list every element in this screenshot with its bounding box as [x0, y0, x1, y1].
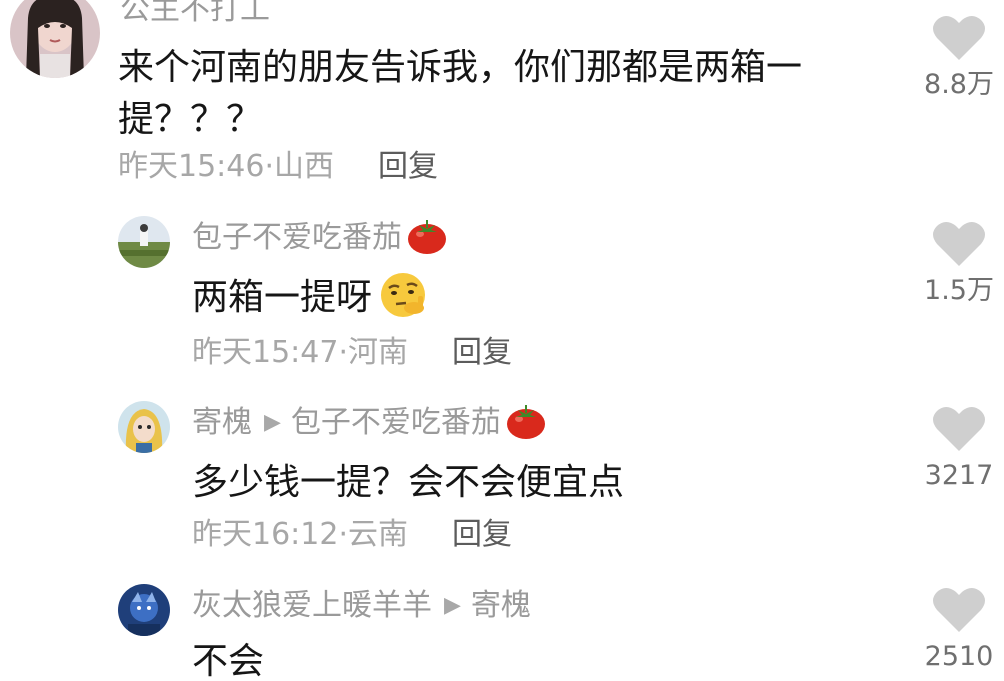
like-count: 8.8万: [924, 69, 994, 100]
comment-meta: 昨天15:47·河南 回复: [192, 333, 512, 373]
comment-location: 河南: [348, 335, 409, 370]
like-control[interactable]: 8.8万: [909, 14, 1004, 102]
comment-thread: 公主不打工 来个河南的朋友告诉我，你们那都是两箱一提？？？ 昨天15:46·山西…: [0, 0, 1004, 681]
reply-item: 寄槐 ▶ 包子不爱吃番茄 多少钱一提？会不会便宜点 昨天16:12·云南 回复 321…: [0, 395, 1004, 575]
avatar[interactable]: [118, 584, 170, 636]
like-control[interactable]: 3217: [909, 405, 1004, 493]
comment-time: 昨天15:47: [192, 335, 339, 370]
tomato-icon: [506, 404, 545, 439]
thinking-face-icon: [381, 273, 426, 317]
heart-icon[interactable]: [932, 586, 986, 634]
comment-time: 昨天16:12: [192, 517, 339, 552]
avatar[interactable]: [10, 0, 100, 78]
comment-item: 公主不打工 来个河南的朋友告诉我，你们那都是两箱一提？？？ 昨天15:46·山西…: [0, 0, 1004, 200]
reply-arrow-icon: ▶: [264, 410, 281, 435]
reply-to-username[interactable]: 包子不爱吃番茄: [291, 405, 501, 440]
like-count: 2510: [924, 641, 994, 672]
like-control[interactable]: 1.5万: [909, 220, 1004, 308]
comment-location: 云南: [348, 517, 409, 552]
username[interactable]: 寄槐 ▶ 包子不爱吃番茄: [192, 403, 547, 446]
comment-meta: 昨天15:46·山西 回复: [118, 147, 438, 187]
reply-item: 灰太狼爱上暖羊羊 ▶ 寄槐 不会 2510: [0, 578, 1004, 681]
reply-button[interactable]: 回复: [452, 335, 512, 370]
heart-icon[interactable]: [932, 405, 986, 453]
comment-time: 昨天15:46: [118, 149, 265, 184]
avatar[interactable]: [118, 401, 170, 453]
meta-separator: ·: [338, 517, 349, 552]
comment-text: 不会: [192, 641, 265, 681]
reply-button[interactable]: 回复: [452, 517, 512, 552]
heart-icon[interactable]: [932, 14, 986, 62]
meta-separator: ·: [264, 149, 275, 184]
like-count: 3217: [924, 460, 994, 491]
reply-item: 包子不爱吃番茄 两箱一提呀 昨天15:47·河南 回复 1.5万: [0, 210, 1004, 390]
heart-icon[interactable]: [932, 220, 986, 268]
tomato-icon: [408, 219, 446, 254]
reply-button[interactable]: 回复: [378, 149, 438, 184]
reply-to-username[interactable]: 寄槐: [471, 588, 531, 623]
comment-text: 两箱一提呀: [192, 272, 952, 324]
username[interactable]: 包子不爱吃番茄: [192, 218, 448, 258]
like-count: 1.5万: [924, 275, 994, 306]
like-control[interactable]: 2510: [909, 586, 1004, 674]
comment-meta: 昨天16:12·云南 回复: [192, 515, 512, 555]
comment-location: 山西: [274, 149, 335, 184]
meta-separator: ·: [338, 335, 349, 370]
comment-text: 多少钱一提？会不会便宜点: [192, 462, 625, 503]
comment-text: 来个河南的朋友告诉我，你们那都是两箱一提？？？: [118, 47, 803, 140]
username[interactable]: 灰太狼爱上暖羊羊 ▶ 寄槐: [192, 586, 531, 629]
reply-arrow-icon: ▶: [444, 593, 461, 618]
username[interactable]: 公主不打工: [120, 0, 270, 30]
avatar[interactable]: [118, 216, 170, 268]
